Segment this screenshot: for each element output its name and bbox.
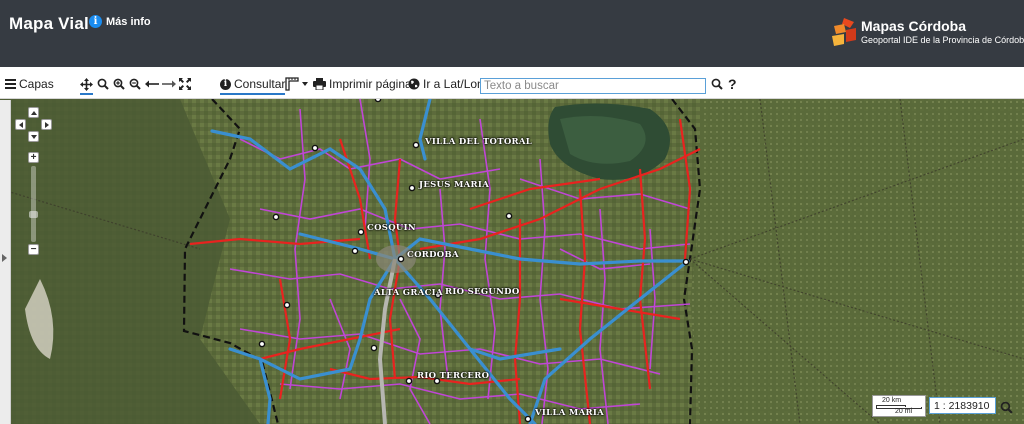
- help-button[interactable]: ?: [728, 75, 737, 93]
- mapas-cordoba-logo-icon: [832, 18, 856, 46]
- app-header: Mapa Vial i Más info Mapas Córdoba Geopo…: [0, 0, 1024, 67]
- info-query-icon: i: [220, 78, 231, 90]
- zoom-out-icon: [129, 78, 141, 90]
- arrow-down-icon: [30, 134, 37, 139]
- city-label-cosquin: COSQUIN: [367, 223, 416, 233]
- goto-latlon-button[interactable]: Ir a Lat/Lon: [408, 75, 484, 93]
- city-label-alta-gracia: ALTA GRACIA: [374, 288, 443, 298]
- expand-icon: [179, 78, 191, 90]
- zoom-out-button[interactable]: −: [28, 244, 39, 255]
- arrow-right-icon: [44, 121, 49, 128]
- magnifier-icon: [97, 78, 109, 90]
- zoom-in-icon: [113, 78, 125, 90]
- move-arrows-icon: [80, 77, 93, 91]
- city-label-cordoba: CORDOBA: [407, 250, 459, 260]
- query-label: Consultar: [234, 77, 286, 91]
- sidebar-toggle[interactable]: [0, 100, 11, 424]
- zoom-slider-track[interactable]: [31, 166, 36, 242]
- pan-down-button[interactable]: [28, 131, 39, 142]
- ruler-icon: [285, 77, 299, 91]
- pan-tool-button[interactable]: [80, 75, 93, 95]
- arrow-right-icon: [162, 80, 176, 88]
- arrow-up-icon: [30, 110, 37, 115]
- zoom-in-button[interactable]: +: [28, 152, 39, 163]
- scale-km-label: 20 km: [882, 397, 902, 404]
- info-icon: i: [89, 15, 102, 28]
- search-input[interactable]: [480, 78, 706, 94]
- layers-label: Capas: [19, 77, 54, 91]
- zoom-out-tool-button[interactable]: [129, 75, 141, 93]
- layers-button[interactable]: Capas: [5, 75, 54, 93]
- print-label: Imprimir página: [329, 77, 412, 91]
- brand-subtitle: Geoportal IDE de la Provincia de Córdoba: [861, 35, 1024, 45]
- pan-right-button[interactable]: [41, 119, 52, 130]
- brand-name: Mapas Córdoba: [861, 18, 967, 34]
- arrow-left-icon: [18, 121, 23, 128]
- city-label-jesus-maria: JESUS MARIA: [419, 180, 490, 190]
- pan-left-button[interactable]: [15, 119, 26, 130]
- scale-mi-label: 20 mi: [895, 408, 913, 415]
- pan-up-button[interactable]: [28, 107, 39, 118]
- search-button[interactable]: [711, 75, 723, 93]
- query-button[interactable]: i Consultar: [220, 75, 286, 95]
- zoom-slider-thumb[interactable]: [29, 211, 38, 218]
- globe-icon: [408, 78, 420, 90]
- hamburger-icon: [5, 79, 16, 89]
- zoom-box-button[interactable]: [97, 75, 109, 93]
- scale-input[interactable]: [929, 397, 996, 414]
- goto-latlon-label: Ir a Lat/Lon: [423, 77, 484, 91]
- city-label-villa-del-totoral: VILLA DEL TOTORAL: [425, 137, 533, 147]
- satellite-road-map[interactable]: [0, 99, 1024, 424]
- scale-search-button[interactable]: [1000, 398, 1013, 416]
- arrow-left-icon: [145, 80, 159, 88]
- city-label-villa-maria: VILLA MARIA: [535, 408, 605, 418]
- city-label-rio-tercero: RIO TERCERO: [417, 371, 490, 381]
- zoom-in-tool-button[interactable]: [113, 75, 125, 93]
- map-viewport[interactable]: VILLA DEL TOTORAL JESUS MARIA COSQUIN CO…: [0, 99, 1024, 424]
- city-label-rio-segundo: RIO SEGUNDO: [445, 287, 520, 297]
- next-extent-button[interactable]: [162, 75, 176, 93]
- more-info-label: Más info: [106, 15, 151, 28]
- print-button[interactable]: Imprimir página: [313, 75, 412, 93]
- brand-logo-block[interactable]: Mapas Córdoba Geoportal IDE de la Provin…: [830, 16, 1024, 52]
- measure-dropdown-button[interactable]: [285, 75, 308, 93]
- caret-down-icon: [302, 82, 308, 86]
- search-icon: [711, 78, 723, 90]
- scale-bar: 20 km 20 mi: [872, 395, 926, 417]
- more-info-link[interactable]: i Más info: [89, 15, 151, 28]
- full-extent-button[interactable]: [179, 75, 191, 93]
- printer-icon: [313, 78, 326, 90]
- search-icon: [1000, 401, 1013, 414]
- previous-extent-button[interactable]: [145, 75, 159, 93]
- expand-sidebar-icon: [2, 254, 7, 262]
- app-title: Mapa Vial: [9, 14, 89, 33]
